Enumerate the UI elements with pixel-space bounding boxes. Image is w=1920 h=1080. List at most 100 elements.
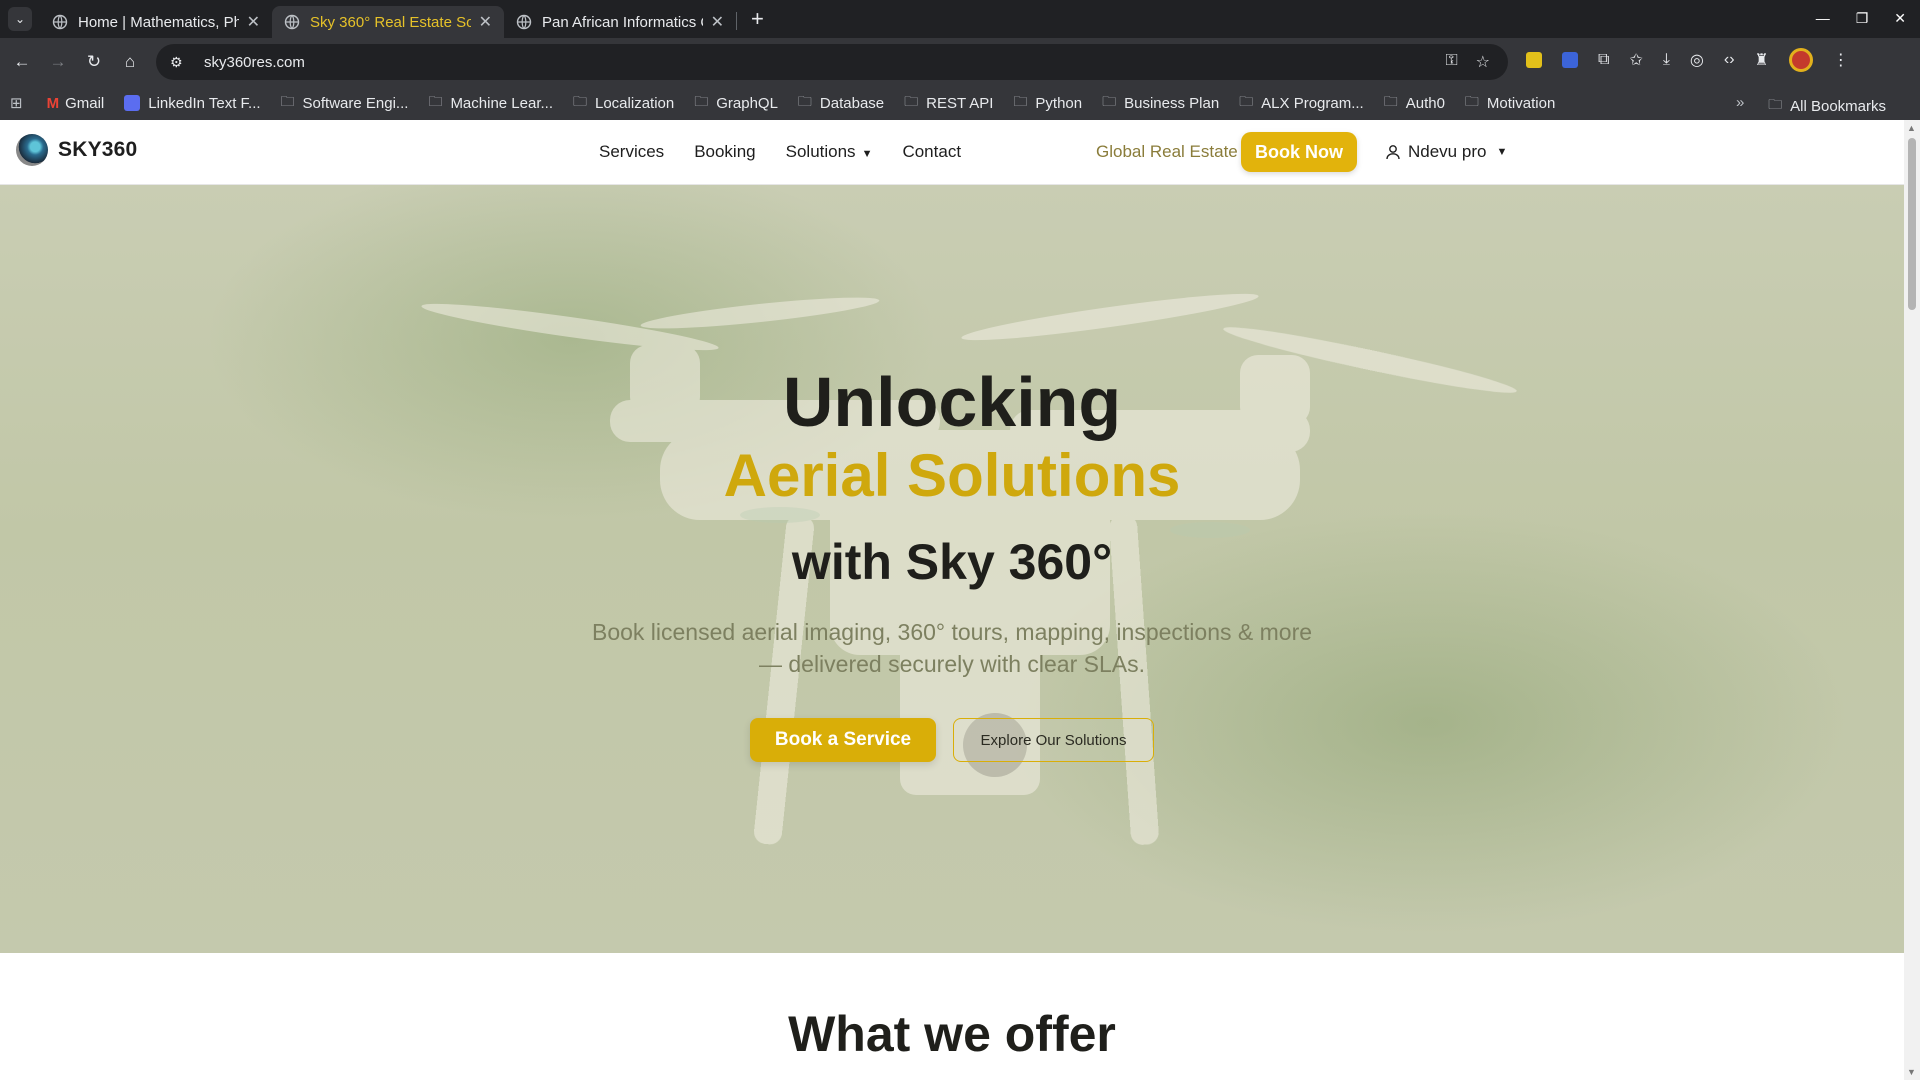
globe-icon (52, 14, 68, 30)
bookmark-folder[interactable]: 🗀 ALX Program... (1239, 91, 1364, 115)
bookmark-label: ALX Program... (1261, 94, 1364, 112)
hero-subtitle: Book licensed aerial imaging, 360° tours… (0, 616, 1904, 680)
page-scrollbar[interactable]: ▲ ▼ (1904, 120, 1920, 1080)
hero-subtitle-line-1: Book licensed aerial imaging, 360° tours… (591, 619, 1313, 645)
screenshot-icon[interactable]: ◎ (1690, 50, 1704, 70)
window-controls: — ❐ ✕ (1816, 10, 1906, 27)
password-key-icon[interactable]: ⚿ (1445, 52, 1457, 72)
folder-icon: 🗀 (797, 93, 812, 109)
bookmark-label: Database (819, 94, 885, 112)
user-menu[interactable]: Ndevu pro ▼ (1386, 142, 1507, 162)
site-logo[interactable]: SKY360 (16, 134, 137, 166)
what-we-offer-heading: What we offer (788, 1006, 1116, 1062)
globe-icon (516, 14, 532, 30)
folder-icon: 🗀 (1383, 93, 1398, 109)
browser-tab-active[interactable]: Sky 360° Real Estate Solu ✕ (272, 6, 504, 38)
profile-avatar[interactable] (1788, 48, 1813, 72)
website-viewport: SKY360 Services Booking Solutions ▼ Conta… (0, 120, 1904, 1080)
folder-icon: 🗀 (1013, 93, 1028, 109)
tab-search-button[interactable]: ⌄ (8, 7, 32, 31)
chevron-down-icon: ▼ (1496, 146, 1508, 158)
scrollbar-thumb[interactable] (1908, 138, 1916, 310)
back-icon[interactable]: ← (4, 44, 40, 80)
bookmark-linkedin[interactable]: LinkedIn Text F... (124, 94, 261, 112)
reading-list-icon[interactable]: ✩ (1629, 50, 1642, 70)
extensions-puzzle-icon[interactable]: ⧉ (1598, 51, 1609, 69)
scroll-down-icon[interactable]: ▼ (1907, 1067, 1916, 1077)
folder-icon: 🗀 (1239, 93, 1254, 109)
site-info-icon[interactable]: ⚙ (170, 54, 190, 71)
nav-solutions[interactable]: Solutions ▼ (786, 142, 873, 162)
folder-icon: 🗀 (904, 93, 919, 109)
extension-blue-icon[interactable] (1562, 52, 1578, 68)
folder-icon: 🗀 (1464, 93, 1479, 109)
book-now-button[interactable]: Book Now (1241, 132, 1357, 172)
menu-kebab-icon[interactable]: ⋮ (1833, 50, 1849, 70)
tab-title: Sky 360° Real Estate Solu (310, 13, 471, 31)
download-icon[interactable]: ⤓ (1663, 51, 1670, 69)
nav-services[interactable]: Services (599, 142, 664, 162)
nav-solutions-label: Solutions (785, 142, 856, 161)
user-name: Ndevu pro (1408, 142, 1487, 161)
browser-tab[interactable]: Pan African Informatics C ✕ (504, 6, 736, 38)
devtools-icon[interactable]: ‹› (1724, 51, 1735, 69)
extensions-area: ⧉ ✩ ⤓ ◎ ‹› ♜ ⋮ (1526, 48, 1849, 72)
global-real-estate-link[interactable]: Global Real Estate (1096, 142, 1238, 162)
bookmark-folder[interactable]: 🗀 Python (1013, 91, 1082, 115)
all-bookmarks[interactable]: 🗀 All Bookmarks (1768, 94, 1886, 118)
apps-grid-icon[interactable]: ⊞ (10, 94, 23, 112)
tab-separator (736, 12, 737, 30)
more-bookmarks-icon[interactable]: » (1736, 94, 1744, 111)
tab-title: Home | Mathematics, Ph (78, 13, 239, 31)
extension-yellow-icon[interactable] (1526, 52, 1542, 68)
bookmark-star-icon[interactable]: ☆ (1476, 52, 1490, 72)
new-tab-icon[interactable]: + (751, 8, 764, 30)
bookmark-label: Motivation (1486, 94, 1556, 112)
close-tab-icon[interactable]: ✕ (479, 12, 492, 32)
bookmark-folder[interactable]: 🗀 Localization (573, 91, 674, 115)
bookmark-folder[interactable]: 🗀 Auth0 (1384, 91, 1445, 115)
incognito-icon[interactable]: ♜ (1755, 50, 1769, 70)
close-window-icon[interactable]: ✕ (1894, 10, 1906, 27)
main-menu: Services Booking Solutions ▼ Contact (599, 142, 961, 162)
propeller-left-top-2 (640, 297, 880, 329)
home-icon[interactable]: ⌂ (112, 44, 148, 80)
forward-icon[interactable]: → (40, 44, 76, 80)
nav-booking[interactable]: Booking (694, 142, 755, 162)
brand-name: SKY360 (58, 138, 138, 161)
address-bar[interactable]: ⚙ sky360res.com ⚿ ☆ (156, 44, 1508, 80)
bookmark-label: Python (1035, 94, 1083, 112)
bookmark-folder[interactable]: 🗀 Motivation (1465, 91, 1555, 115)
bookmark-label: REST API (926, 94, 994, 112)
close-tab-icon[interactable]: ✕ (711, 12, 724, 32)
scroll-up-icon[interactable]: ▲ (1907, 123, 1916, 133)
propeller-right-top (961, 293, 1259, 341)
folder-icon: 🗀 (1102, 93, 1117, 109)
book-a-service-button[interactable]: Book a Service (750, 718, 936, 762)
hero-title-line-3: with Sky 360° (791, 534, 1113, 590)
browser-tab[interactable]: Home | Mathematics, Ph ✕ (40, 6, 272, 38)
bookmark-folder[interactable]: 🗀 GraphQL (694, 91, 778, 115)
bookmark-folder[interactable]: 🗀 Software Engi... (281, 91, 409, 115)
bookmark-label: LinkedIn Text F... (148, 94, 261, 112)
bookmark-label: Localization (595, 94, 675, 112)
browser-tab-strip: ⌄ Home | Mathematics, Ph ✕ Sky 360° Real… (0, 0, 1920, 38)
explore-solutions-button[interactable]: Explore Our Solutions (953, 718, 1154, 762)
bookmark-folder[interactable]: 🗀 Business Plan (1102, 91, 1219, 115)
bookmark-folder[interactable]: 🗀 Machine Lear... (428, 91, 553, 115)
linkedin-icon (124, 95, 141, 111)
gmail-icon: M (46, 94, 60, 112)
bookmark-folder[interactable]: 🗀 Database (798, 91, 884, 115)
bookmark-folder[interactable]: 🗀 REST API (904, 91, 993, 115)
reload-icon[interactable]: ↻ (76, 44, 112, 80)
restore-icon[interactable]: ❐ (1856, 10, 1869, 27)
close-tab-icon[interactable]: ✕ (247, 12, 260, 32)
minimize-icon[interactable]: — (1816, 10, 1830, 27)
site-header: SKY360 Services Booking Solutions ▼ Conta… (0, 120, 1904, 185)
folder-icon: 🗀 (428, 93, 443, 109)
logo-mark-icon (16, 134, 48, 166)
hero-title-line-1: Unlocking (782, 363, 1122, 441)
nav-contact[interactable]: Contact (902, 142, 961, 162)
bookmark-gmail[interactable]: M Gmail (47, 95, 105, 112)
folder-icon: 🗀 (280, 93, 295, 109)
